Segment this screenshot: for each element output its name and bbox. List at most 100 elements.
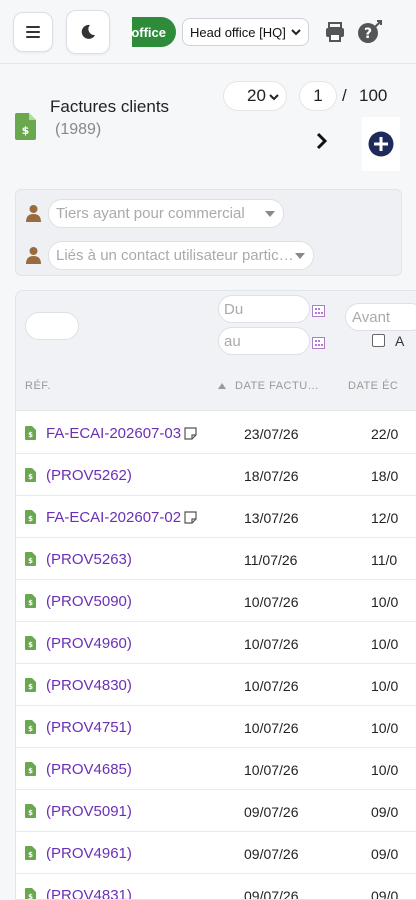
invoice-icon: $ (25, 888, 36, 900)
contact-filter-row: Liés à un contact utilisateur partic… (26, 240, 314, 270)
sales-rep-filter-row: Tiers ayant pour commercial (26, 198, 284, 228)
printer-icon[interactable] (324, 21, 346, 43)
invoice-date: 10/07/26 (244, 636, 299, 652)
due-date: 18/0 (371, 468, 399, 484)
invoice-table: Du au Avant A RÉF. DATE FACTU… DATE ÉC $… (15, 290, 416, 900)
ref-search-input[interactable] (25, 312, 79, 340)
menu-button[interactable] (13, 12, 53, 52)
svg-text:$: $ (28, 473, 33, 481)
invoice-date: 10/07/26 (244, 594, 299, 610)
invoice-date: 10/07/26 (244, 678, 299, 694)
due-date: 12/0 (371, 510, 399, 526)
invoice-ref-link[interactable]: FA-ECAI-202607-02 (46, 509, 181, 526)
invoice-ref-link[interactable]: (PROV4685) (46, 761, 132, 778)
table-row[interactable]: $ (PROV4960) 10/07/26 10/0 (16, 622, 416, 664)
table-row[interactable]: $ (PROV4961) 09/07/26 09/0 (16, 832, 416, 874)
note-icon[interactable] (184, 511, 197, 524)
invoice-date: 09/07/26 (244, 846, 299, 862)
invoice-ref-link[interactable]: (PROV5091) (46, 803, 132, 820)
table-row[interactable]: $ FA-ECAI-202607-02 13/07/26 12/0 (16, 496, 416, 538)
due-before-placeholder: Avant (352, 308, 391, 326)
sales-rep-filter[interactable]: Tiers ayant pour commercial (48, 198, 284, 228)
svg-text:$: $ (28, 557, 33, 565)
invoice-date: 09/07/26 (244, 888, 299, 900)
due-date: 09/0 (371, 888, 399, 900)
due-date: 09/0 (371, 846, 399, 862)
table-filter-header: Du au Avant A RÉF. DATE FACTU… DATE ÉC (16, 291, 416, 411)
entity-badge[interactable]: office (132, 17, 176, 47)
calendar-icon[interactable] (312, 337, 325, 349)
entity-select-label: Head office [HQ] (190, 24, 286, 40)
invoice-date: 11/07/26 (244, 552, 298, 568)
table-row[interactable]: $ (PROV4830) 10/07/26 10/0 (16, 664, 416, 706)
invoice-ref-link[interactable]: (PROV4751) (46, 719, 132, 736)
invoice-ref-link[interactable]: (PROV4830) (46, 677, 132, 694)
column-header-date-invoice[interactable]: DATE FACTU… (235, 380, 319, 392)
page-size-select[interactable]: 20 (223, 81, 287, 111)
invoice-icon: $ (25, 804, 36, 818)
svg-text:$: $ (28, 641, 33, 649)
invoice-icon: $ (25, 846, 36, 860)
dark-mode-button[interactable] (66, 10, 110, 54)
due-before-input[interactable]: Avant (345, 303, 416, 331)
chevron-right-icon[interactable] (315, 131, 329, 151)
table-row[interactable]: $ (PROV4831) 09/07/26 09/0 (16, 874, 416, 900)
column-header-ref[interactable]: RÉF. (25, 380, 51, 392)
svg-text:$: $ (28, 599, 33, 607)
table-row[interactable]: $ (PROV4751) 10/07/26 10/0 (16, 706, 416, 748)
add-invoice-button[interactable] (362, 117, 400, 171)
page-number-input[interactable]: 1 (299, 81, 337, 111)
table-row[interactable]: $ (PROV5091) 09/07/26 09/0 (16, 790, 416, 832)
table-row[interactable]: $ FA-ECAI-202607-03 23/07/26 22/0 (16, 412, 416, 454)
record-count: (1989) (55, 121, 102, 138)
entity-select[interactable]: Head office [HQ] (182, 18, 309, 46)
contact-placeholder: Liés à un contact utilisateur partic… (56, 246, 294, 264)
due-date: 11/0 (371, 552, 398, 568)
date-from-input[interactable]: Du (218, 295, 310, 323)
due-date: 10/0 (371, 594, 399, 610)
date-to-placeholder: au (224, 332, 241, 350)
table-row[interactable]: $ (PROV4685) 10/07/26 10/0 (16, 748, 416, 790)
calendar-icon[interactable] (312, 305, 325, 317)
invoice-ref-link[interactable]: (PROV4961) (46, 845, 132, 862)
svg-text:$: $ (28, 725, 33, 733)
svg-text:$: $ (28, 683, 33, 691)
table-row[interactable]: $ (PROV5263) 11/07/26 11/0 (16, 538, 416, 580)
filter-panel: Tiers ayant pour commercial Liés à un co… (15, 189, 402, 276)
svg-text:$: $ (28, 893, 33, 900)
invoice-ref-link[interactable]: (PROV5090) (46, 593, 132, 610)
sort-caret-icon[interactable] (218, 383, 226, 389)
page-separator: / (342, 86, 347, 105)
menu-icon (26, 26, 40, 38)
invoice-icon: $ (25, 594, 36, 608)
late-checkbox[interactable] (372, 334, 385, 347)
invoice-icon: $ (25, 678, 36, 692)
svg-text:$: $ (22, 124, 30, 137)
column-header-date-due[interactable]: DATE ÉC (348, 380, 398, 392)
invoice-ref-link[interactable]: FA-ECAI-202607-03 (46, 425, 181, 442)
invoice-ref-link[interactable]: (PROV4960) (46, 635, 132, 652)
invoice-ref-link[interactable]: (PROV5262) (46, 467, 132, 484)
due-date: 10/0 (371, 636, 399, 652)
invoice-icon: $ (25, 762, 36, 776)
chevron-down-icon (269, 94, 279, 101)
due-date: 10/0 (371, 678, 399, 694)
invoice-ref-link[interactable]: (PROV4831) (46, 887, 132, 899)
contact-filter[interactable]: Liés à un contact utilisateur partic… (48, 240, 314, 270)
user-icon (26, 247, 41, 264)
due-date: 10/0 (371, 762, 399, 778)
svg-text:$: $ (28, 767, 33, 775)
moon-icon (81, 24, 95, 39)
invoice-date: 13/07/26 (244, 510, 299, 526)
invoice-ref-link[interactable]: (PROV5263) (46, 551, 132, 568)
invoice-date: 09/07/26 (244, 804, 299, 820)
invoice-icon: $ (25, 720, 36, 734)
table-row[interactable]: $ (PROV5262) 18/07/26 18/0 (16, 454, 416, 496)
date-to-input[interactable]: au (218, 327, 310, 355)
note-icon[interactable] (184, 427, 197, 440)
help-icon[interactable]: ? (357, 20, 383, 44)
svg-text:$: $ (28, 431, 33, 439)
chevron-down-icon (291, 29, 301, 36)
table-row[interactable]: $ (PROV5090) 10/07/26 10/0 (16, 580, 416, 622)
svg-text:$: $ (28, 851, 33, 859)
